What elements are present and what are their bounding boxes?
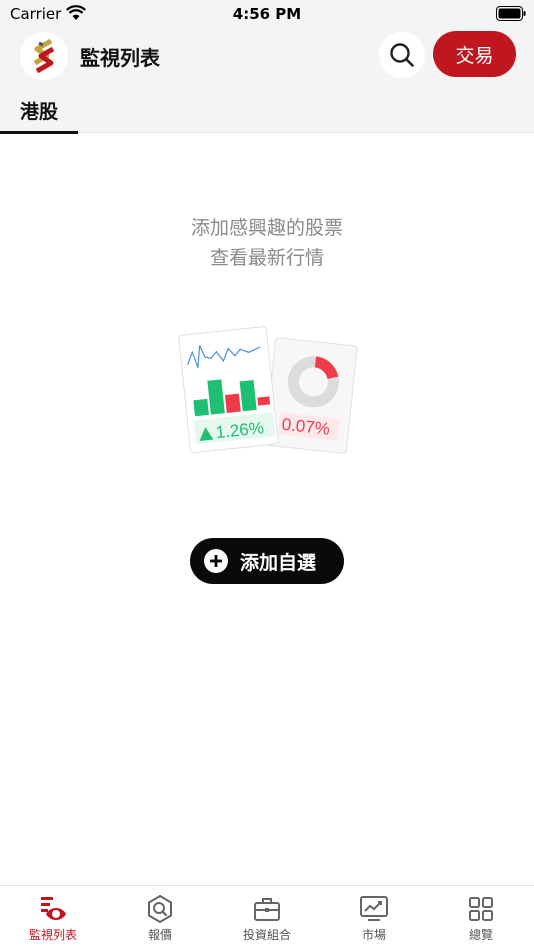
app-header: 監視列表 交易 — [0, 28, 534, 88]
grid-icon — [469, 897, 493, 921]
empty-message-line1: 添加感興趣的股票 — [190, 217, 343, 239]
tab-hk-stocks[interactable]: 港股 — [0, 88, 78, 134]
add-watchlist-label: 添加自選 — [240, 551, 317, 574]
quote-icon — [148, 894, 172, 924]
empty-state-illustration: 0.07% 1.26% — [178, 326, 358, 454]
tab-label: 港股 — [19, 101, 58, 123]
tab-active-indicator — [0, 131, 78, 134]
battery-icon — [496, 6, 526, 21]
add-watchlist-button[interactable]: 添加自選 — [190, 538, 344, 584]
app-logo[interactable] — [20, 32, 68, 80]
bar-3 — [224, 393, 241, 413]
bottom-tab-market[interactable]: 市場 — [321, 886, 427, 950]
logo-icon — [33, 39, 55, 73]
plus-icon — [204, 549, 228, 573]
bottom-tab-label: 監視列表 — [28, 928, 77, 942]
bottom-tab-label: 報價 — [147, 928, 172, 942]
bottom-tab-label: 市場 — [361, 928, 386, 942]
bar-5 — [257, 396, 271, 406]
briefcase-icon — [254, 898, 280, 921]
bottom-tab-watchlist[interactable]: 監視列表 — [0, 886, 106, 950]
bar-card: 1.26% — [178, 326, 279, 454]
clock: 4:56 PM — [232, 5, 302, 23]
market-chart-icon — [360, 896, 388, 921]
search-icon — [390, 43, 414, 67]
page-title: 監視列表 — [80, 46, 160, 70]
bottom-tab-bar: 監視列表 報價 投資組合 市場 總覽 — [0, 885, 534, 950]
bottom-tab-quote[interactable]: 報價 — [107, 886, 213, 950]
search-button[interactable] — [379, 32, 425, 78]
bar-1 — [193, 398, 209, 417]
watchlist-icon — [41, 897, 66, 920]
status-bar: Carrier 4:56 PM — [0, 0, 534, 28]
bottom-tab-label: 投資組合 — [242, 928, 291, 942]
market-tabs: 港股 — [0, 88, 534, 134]
trade-button[interactable]: 交易 — [433, 31, 516, 77]
bottom-tab-label: 總覽 — [468, 928, 493, 942]
donut-card: 0.07% — [264, 337, 358, 454]
bottom-tab-portfolio[interactable]: 投資組合 — [214, 886, 320, 950]
bottom-tab-overview[interactable]: 總覽 — [428, 886, 534, 950]
empty-message-line2: 查看最新行情 — [209, 247, 324, 269]
